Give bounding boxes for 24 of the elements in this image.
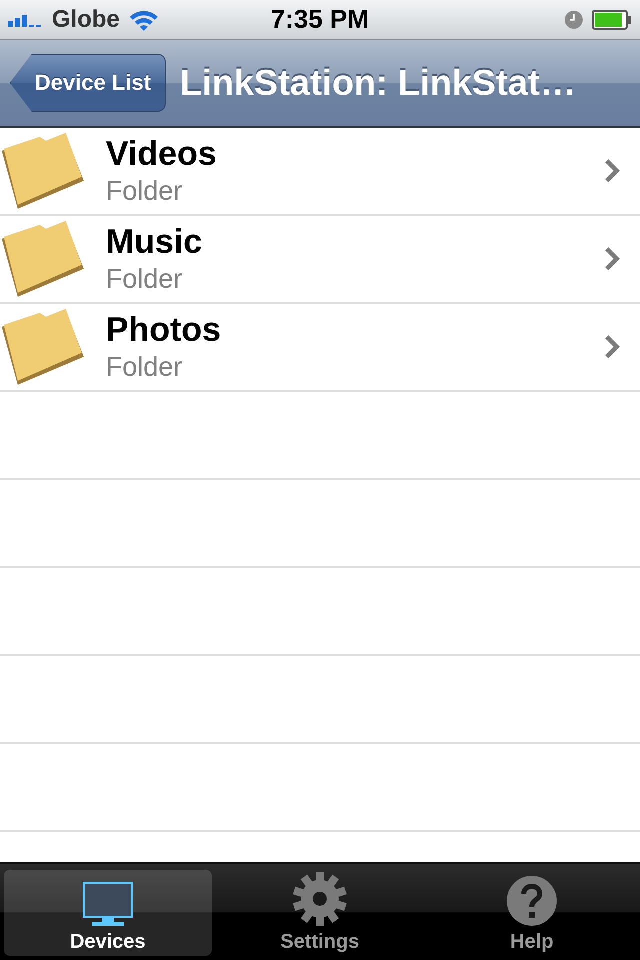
tab[interactable]: Devices [4, 870, 212, 956]
folder-type: Folder [106, 264, 184, 295]
page-title: LinkStation: LinkStat… [180, 62, 576, 104]
clock-time: 7:35 PM [270, 4, 370, 35]
battery-icon [592, 10, 632, 30]
folder-name: Photos [106, 311, 222, 350]
folder-name: Music [106, 223, 204, 262]
tab[interactable]: Help [428, 870, 636, 956]
signal-icon [8, 12, 44, 26]
back-button[interactable]: Device List [10, 54, 166, 112]
folder-row[interactable]: Music Folder [0, 216, 640, 304]
help-icon [506, 875, 558, 927]
settings-icon [292, 871, 348, 927]
folder-row[interactable]: Videos Folder [0, 128, 640, 216]
chevron-icon [604, 335, 620, 359]
monitor-icon [82, 881, 134, 927]
folder-type: Folder [106, 352, 184, 383]
tab[interactable]: Settings [216, 870, 424, 956]
chevron-icon [604, 247, 620, 271]
folder-name: Videos [106, 135, 218, 174]
folder-type: Folder [106, 176, 184, 207]
carrier-name: Globe [52, 6, 120, 34]
chevron-icon [604, 159, 620, 183]
alarm-clock-icon [564, 10, 584, 30]
